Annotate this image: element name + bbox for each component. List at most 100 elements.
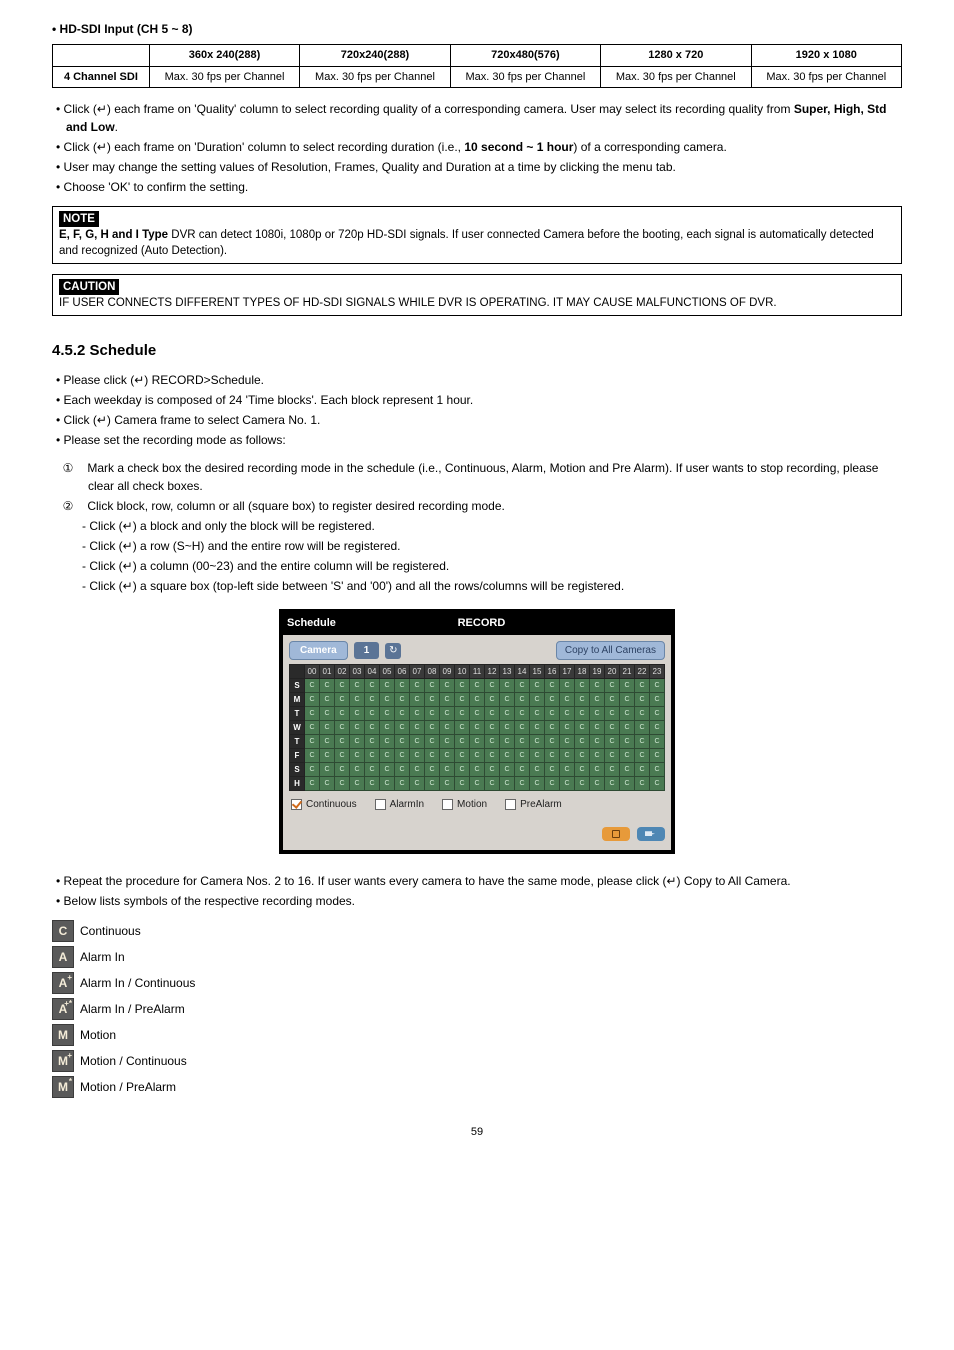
hour-header[interactable]: 08 bbox=[425, 665, 440, 679]
hour-header[interactable]: 15 bbox=[530, 665, 545, 679]
schedule-cell[interactable]: C bbox=[335, 707, 350, 721]
schedule-cell[interactable]: C bbox=[605, 707, 620, 721]
schedule-cell[interactable]: C bbox=[635, 707, 650, 721]
schedule-cell[interactable]: C bbox=[635, 693, 650, 707]
schedule-cell[interactable]: C bbox=[470, 735, 485, 749]
schedule-cell[interactable]: C bbox=[380, 693, 395, 707]
schedule-cell[interactable]: C bbox=[410, 749, 425, 763]
schedule-cell[interactable]: C bbox=[320, 777, 335, 791]
schedule-cell[interactable]: C bbox=[350, 735, 365, 749]
schedule-cell[interactable]: C bbox=[650, 707, 665, 721]
schedule-cell[interactable]: C bbox=[440, 707, 455, 721]
schedule-cell[interactable]: C bbox=[470, 679, 485, 693]
schedule-cell[interactable]: C bbox=[605, 735, 620, 749]
schedule-cell[interactable]: C bbox=[485, 679, 500, 693]
legend-alarmin[interactable]: AlarmIn bbox=[375, 797, 424, 812]
schedule-cell[interactable]: C bbox=[650, 721, 665, 735]
hour-header[interactable]: 19 bbox=[590, 665, 605, 679]
schedule-cell[interactable]: C bbox=[395, 749, 410, 763]
schedule-cell[interactable]: C bbox=[365, 777, 380, 791]
hour-header[interactable]: 04 bbox=[365, 665, 380, 679]
schedule-cell[interactable]: C bbox=[305, 693, 320, 707]
schedule-cell[interactable]: C bbox=[455, 749, 470, 763]
schedule-cell[interactable]: C bbox=[350, 777, 365, 791]
schedule-cell[interactable]: C bbox=[305, 707, 320, 721]
schedule-cell[interactable]: C bbox=[470, 721, 485, 735]
hour-header[interactable]: 22 bbox=[635, 665, 650, 679]
schedule-cell[interactable]: C bbox=[410, 693, 425, 707]
schedule-cell[interactable]: C bbox=[425, 749, 440, 763]
schedule-cell[interactable]: C bbox=[500, 749, 515, 763]
schedule-cell[interactable]: C bbox=[455, 763, 470, 777]
hour-header[interactable]: 17 bbox=[560, 665, 575, 679]
hour-header[interactable]: 21 bbox=[620, 665, 635, 679]
schedule-cell[interactable]: C bbox=[395, 763, 410, 777]
schedule-cell[interactable]: C bbox=[605, 777, 620, 791]
schedule-cell[interactable]: C bbox=[575, 777, 590, 791]
hour-header[interactable]: 00 bbox=[305, 665, 320, 679]
schedule-cell[interactable]: C bbox=[500, 735, 515, 749]
schedule-cell[interactable]: C bbox=[395, 721, 410, 735]
schedule-cell[interactable]: C bbox=[650, 735, 665, 749]
schedule-cell[interactable]: C bbox=[575, 707, 590, 721]
schedule-cell[interactable]: C bbox=[515, 749, 530, 763]
schedule-cell[interactable]: C bbox=[635, 749, 650, 763]
schedule-cell[interactable]: C bbox=[560, 763, 575, 777]
hour-header[interactable]: 23 bbox=[650, 665, 665, 679]
schedule-cell[interactable]: C bbox=[605, 749, 620, 763]
schedule-cell[interactable]: C bbox=[320, 679, 335, 693]
schedule-cell[interactable]: C bbox=[350, 763, 365, 777]
schedule-cell[interactable]: C bbox=[620, 721, 635, 735]
day-header[interactable]: T bbox=[290, 735, 305, 749]
schedule-cell[interactable]: C bbox=[620, 777, 635, 791]
schedule-cell[interactable]: C bbox=[530, 749, 545, 763]
schedule-cell[interactable]: C bbox=[335, 721, 350, 735]
schedule-cell[interactable]: C bbox=[620, 749, 635, 763]
schedule-cell[interactable]: C bbox=[515, 777, 530, 791]
schedule-cell[interactable]: C bbox=[515, 735, 530, 749]
schedule-cell[interactable]: C bbox=[650, 749, 665, 763]
schedule-cell[interactable]: C bbox=[590, 777, 605, 791]
schedule-cell[interactable]: C bbox=[605, 693, 620, 707]
schedule-cell[interactable]: C bbox=[305, 763, 320, 777]
schedule-cell[interactable]: C bbox=[500, 707, 515, 721]
schedule-cell[interactable]: C bbox=[425, 763, 440, 777]
schedule-cell[interactable]: C bbox=[425, 707, 440, 721]
schedule-cell[interactable]: C bbox=[620, 693, 635, 707]
schedule-cell[interactable]: C bbox=[395, 777, 410, 791]
schedule-cell[interactable]: C bbox=[500, 763, 515, 777]
schedule-cell[interactable]: C bbox=[650, 679, 665, 693]
schedule-cell[interactable]: C bbox=[545, 693, 560, 707]
schedule-cell[interactable]: C bbox=[530, 707, 545, 721]
schedule-cell[interactable]: C bbox=[635, 777, 650, 791]
schedule-cell[interactable]: C bbox=[545, 777, 560, 791]
schedule-cell[interactable]: C bbox=[590, 679, 605, 693]
schedule-cell[interactable]: C bbox=[440, 777, 455, 791]
schedule-cell[interactable]: C bbox=[470, 693, 485, 707]
schedule-cell[interactable]: C bbox=[515, 763, 530, 777]
schedule-cell[interactable]: C bbox=[365, 763, 380, 777]
schedule-cell[interactable]: C bbox=[530, 777, 545, 791]
day-header[interactable]: H bbox=[290, 777, 305, 791]
schedule-cell[interactable]: C bbox=[380, 707, 395, 721]
schedule-cell[interactable]: C bbox=[425, 777, 440, 791]
schedule-cell[interactable]: C bbox=[575, 749, 590, 763]
schedule-cell[interactable]: C bbox=[440, 721, 455, 735]
schedule-cell[interactable]: C bbox=[515, 679, 530, 693]
schedule-cell[interactable]: C bbox=[530, 735, 545, 749]
schedule-cell[interactable]: C bbox=[350, 693, 365, 707]
schedule-cell[interactable]: C bbox=[545, 749, 560, 763]
schedule-cell[interactable]: C bbox=[440, 749, 455, 763]
legend-motion[interactable]: Motion bbox=[442, 797, 487, 812]
hour-header[interactable]: 05 bbox=[380, 665, 395, 679]
schedule-cell[interactable]: C bbox=[635, 763, 650, 777]
schedule-cell[interactable]: C bbox=[590, 693, 605, 707]
legend-continuous[interactable]: Continuous bbox=[291, 797, 357, 812]
schedule-cell[interactable]: C bbox=[560, 735, 575, 749]
schedule-cell[interactable]: C bbox=[560, 777, 575, 791]
schedule-cell[interactable]: C bbox=[605, 763, 620, 777]
schedule-cell[interactable]: C bbox=[590, 763, 605, 777]
schedule-cell[interactable]: C bbox=[515, 721, 530, 735]
schedule-cell[interactable]: C bbox=[305, 749, 320, 763]
schedule-cell[interactable]: C bbox=[455, 693, 470, 707]
